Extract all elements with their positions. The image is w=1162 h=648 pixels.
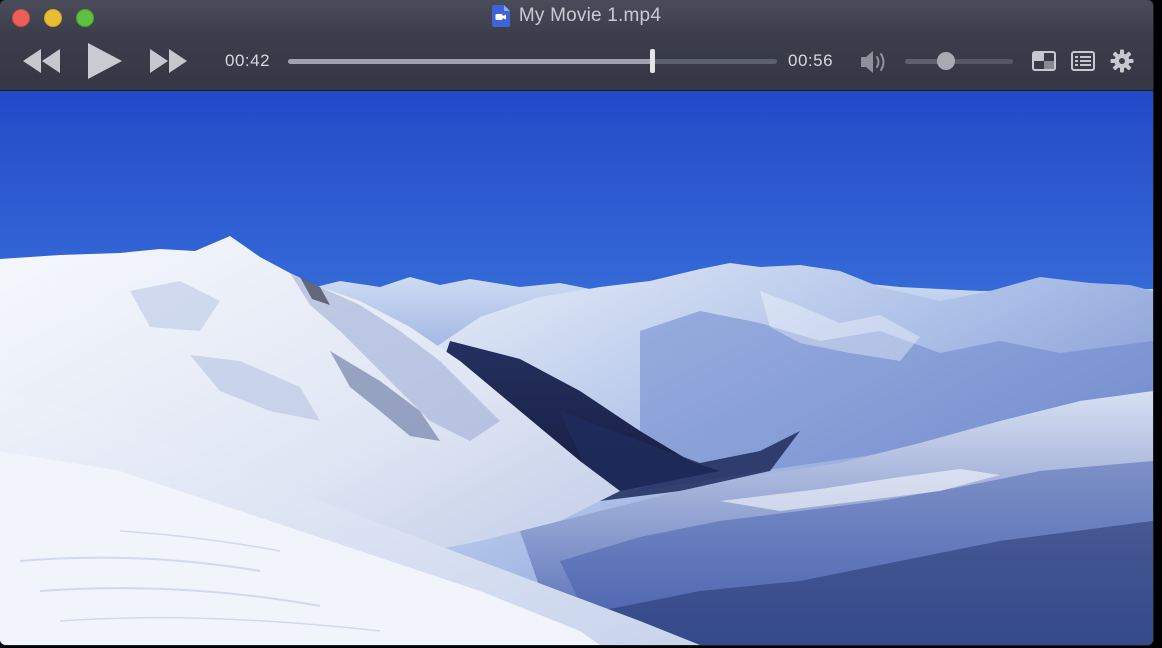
playlist-icon[interactable]: [1071, 51, 1095, 71]
total-time: 00:56: [788, 51, 834, 70]
movie-file-icon: [491, 5, 510, 27]
playback-controls: 00:42 00:56: [0, 40, 1153, 84]
window-title-area: My Movie 1.mp4: [0, 5, 1153, 31]
seek-bar[interactable]: [288, 49, 777, 73]
player-window: My Movie 1.mp4 00:42 00:56: [0, 0, 1153, 645]
seek-bar-progress: [288, 59, 652, 64]
video-frame[interactable]: [0, 91, 1153, 645]
mountain-scene-image: [0, 91, 1153, 645]
speaker-icon[interactable]: [860, 49, 890, 75]
volume-slider[interactable]: [905, 52, 1013, 70]
play-icon[interactable]: [86, 42, 124, 80]
elapsed-time: 00:42: [225, 51, 271, 70]
window-title: My Movie 1.mp4: [518, 5, 662, 26]
seek-handle[interactable]: [649, 49, 655, 73]
rewind-icon[interactable]: [22, 48, 62, 74]
gear-icon[interactable]: [1110, 49, 1134, 73]
picture-in-picture-icon[interactable]: [1032, 51, 1056, 71]
fast-forward-icon[interactable]: [148, 48, 188, 74]
volume-knob[interactable]: [937, 52, 956, 70]
titlebar[interactable]: My Movie 1.mp4 00:42 00:56: [0, 0, 1153, 91]
